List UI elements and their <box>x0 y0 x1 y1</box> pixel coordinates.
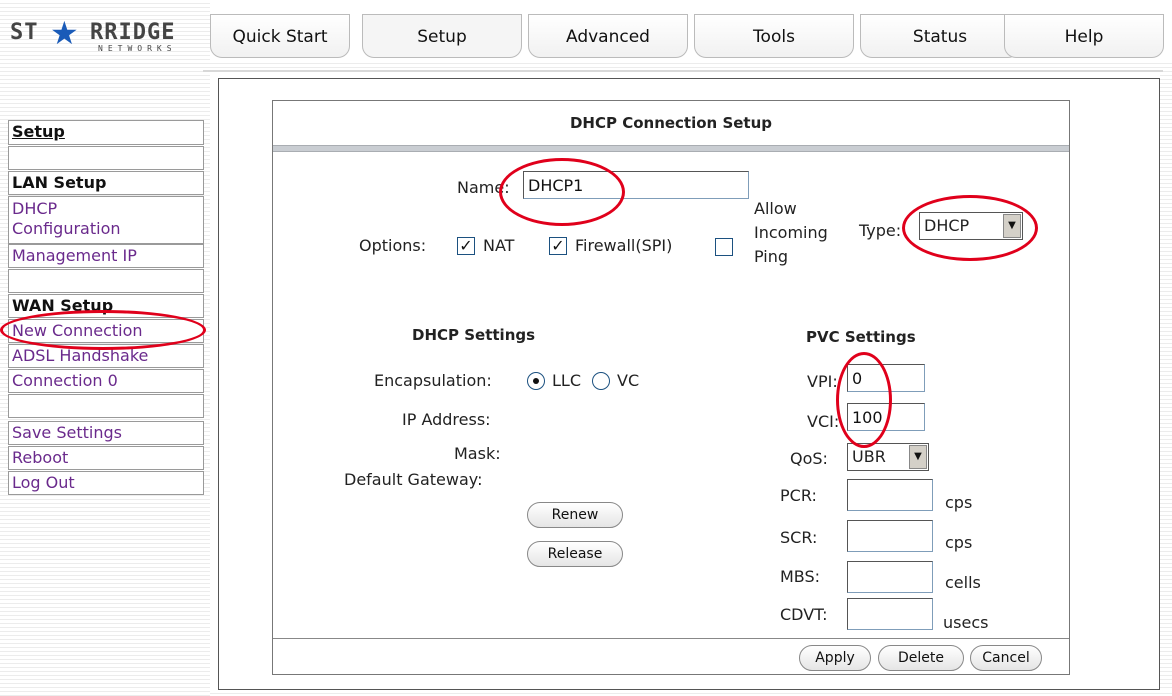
tab-divider <box>203 70 1163 72</box>
sidebar-item-save-settings[interactable]: Save Settings <box>8 421 204 445</box>
qos-label: QoS: <box>790 449 828 468</box>
cdvt-unit: usecs <box>943 613 989 632</box>
cdvt-input[interactable] <box>847 598 933 630</box>
sidebar-spacer <box>8 394 204 418</box>
panel-title: DHCP Connection Setup <box>569 114 773 132</box>
sidebar-item-new-connection[interactable]: New Connection <box>8 319 204 343</box>
apply-button[interactable]: Apply <box>799 645 871 671</box>
tab-help[interactable]: Help <box>1004 14 1164 58</box>
vpi-label: VPI: <box>807 372 838 391</box>
name-label: Name: <box>457 178 510 197</box>
delete-button[interactable]: Delete <box>878 645 964 671</box>
default-gateway-label: Default Gateway: <box>344 470 483 489</box>
llc-radio[interactable] <box>527 372 545 390</box>
sidebar-spacer <box>8 146 204 170</box>
allow-ping-label-line1: Allow <box>754 199 797 218</box>
pcr-label: PCR: <box>780 486 817 505</box>
pvc-settings-title: PVC Settings <box>806 328 916 346</box>
chevron-down-icon: ▼ <box>909 445 927 469</box>
right-background <box>1160 60 1172 696</box>
title-separator <box>273 145 1069 152</box>
llc-label: LLC <box>552 371 581 390</box>
sidebar-heading-wan: WAN Setup <box>8 294 204 318</box>
scr-input[interactable] <box>847 520 933 552</box>
mbs-input[interactable] <box>847 561 933 593</box>
logo-text-left: ST <box>10 20 39 45</box>
encapsulation-label: Encapsulation: <box>374 371 492 390</box>
allow-ping-label-line2: Incoming <box>754 223 828 242</box>
sidebar-item-management-ip[interactable]: Management IP <box>8 244 204 268</box>
tab-quick-start[interactable]: Quick Start <box>210 14 350 58</box>
firewall-checkbox[interactable]: ✓ <box>549 237 567 255</box>
options-label: Options: <box>359 236 427 255</box>
allow-ping-label-line3: Ping <box>754 247 789 266</box>
vc-label: VC <box>617 371 640 390</box>
pcr-unit: cps <box>945 493 973 512</box>
sidebar-spacer <box>8 269 204 293</box>
dhcp-settings-title: DHCP Settings <box>412 326 536 344</box>
sidebar-item-reboot[interactable]: Reboot <box>8 446 204 470</box>
release-button[interactable]: Release <box>527 541 623 567</box>
mbs-unit: cells <box>945 573 981 592</box>
cdvt-label: CDVT: <box>780 605 828 624</box>
ip-address-label: IP Address: <box>402 410 491 429</box>
bottom-background <box>210 690 1172 696</box>
firewall-label: Firewall(SPI) <box>575 236 673 255</box>
type-label: Type: <box>859 221 902 240</box>
tab-tools[interactable]: Tools <box>694 14 854 58</box>
type-select[interactable]: DHCP ▼ <box>919 212 1023 240</box>
dhcp-connection-panel: DHCP Connection Setup Name: Options: ✓ N… <box>272 100 1070 675</box>
footer-separator <box>273 638 1069 639</box>
sidebar-item-dhcp-configuration[interactable]: DHCP Configuration <box>8 196 204 244</box>
tab-advanced[interactable]: Advanced <box>528 14 688 58</box>
main-tabs: Quick Start Setup Advanced Tools Status … <box>210 14 1164 60</box>
qos-select-value: UBR <box>852 447 886 466</box>
sidebar-item-adsl-handshake[interactable]: ADSL Handshake <box>8 344 204 368</box>
logo-text-right: RRIDGE <box>90 20 176 45</box>
type-select-value: DHCP <box>924 216 970 235</box>
chevron-down-icon: ▼ <box>1003 214 1021 238</box>
tab-setup[interactable]: Setup <box>362 14 522 58</box>
sidebar-item-log-out[interactable]: Log Out <box>8 471 204 495</box>
cancel-button[interactable]: Cancel <box>970 645 1042 671</box>
sidebar-item-label: Configuration <box>12 219 121 238</box>
nat-checkbox[interactable]: ✓ <box>457 237 475 255</box>
name-input[interactable] <box>523 171 749 199</box>
sidebar-heading-setup[interactable]: Setup <box>8 120 204 145</box>
qos-select[interactable]: UBR ▼ <box>847 443 929 471</box>
scr-label: SCR: <box>780 528 818 547</box>
mbs-label: MBS: <box>780 567 821 586</box>
vci-input[interactable] <box>847 403 925 431</box>
sidebar-item-connection-0[interactable]: Connection 0 <box>8 369 204 393</box>
logo-subtext: NETWORKS <box>98 44 177 53</box>
pcr-input[interactable] <box>847 479 933 511</box>
vci-label: VCI: <box>807 412 840 431</box>
vc-radio[interactable] <box>592 372 610 390</box>
renew-button[interactable]: Renew <box>527 502 623 528</box>
scr-unit: cps <box>945 533 973 552</box>
logo: ST ★ RRIDGE NETWORKS <box>10 14 205 53</box>
tab-status[interactable]: Status <box>860 14 1020 58</box>
nat-label: NAT <box>483 236 515 255</box>
sidebar-heading-lan: LAN Setup <box>8 171 204 195</box>
mask-label: Mask: <box>454 444 501 463</box>
vpi-input[interactable] <box>847 364 925 392</box>
star-icon: ★ <box>50 14 79 52</box>
sidebar-item-label: DHCP <box>12 199 58 218</box>
allow-ping-checkbox[interactable] <box>715 238 733 256</box>
